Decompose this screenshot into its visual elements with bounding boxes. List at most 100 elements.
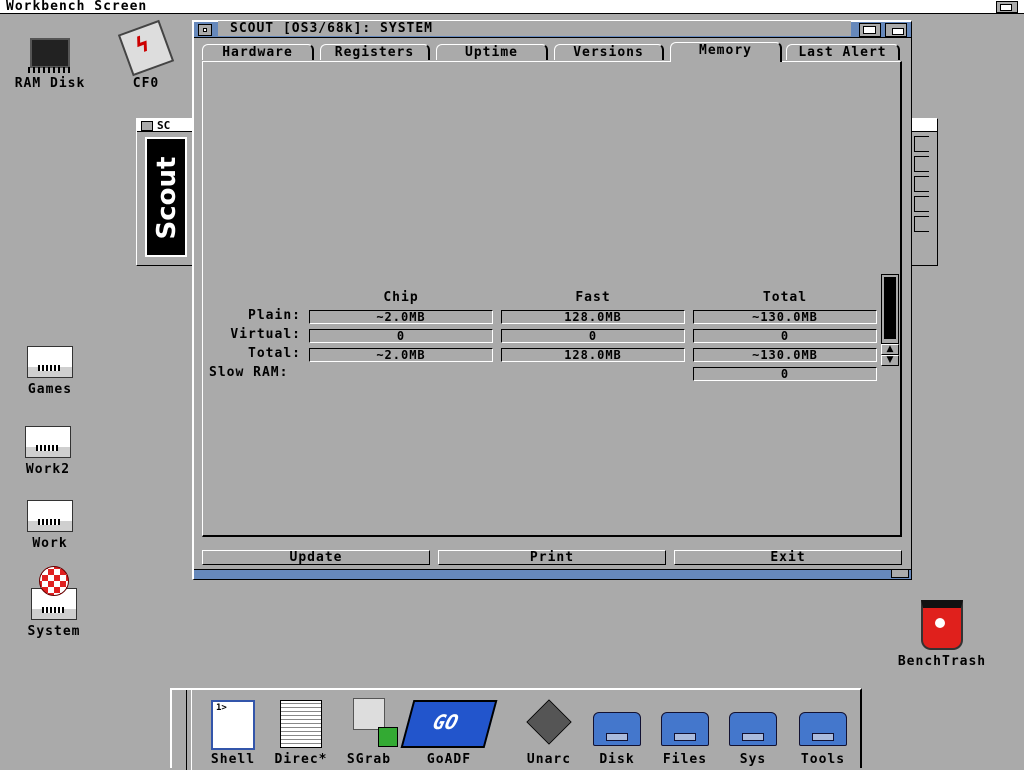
background-button[interactable] <box>914 176 929 192</box>
vertical-scrollbar[interactable] <box>881 274 899 344</box>
desktop-icon-label: RAM Disk <box>14 76 86 91</box>
tab-versions[interactable]: Versions <box>554 44 664 60</box>
desktop-icon-ram-disk[interactable]: RAM Disk <box>0 38 100 91</box>
memory-panel: Chip Fast Total Plain: ~2.0MB 128.0MB ~1… <box>202 61 902 537</box>
scroll-up-icon[interactable]: ▲ <box>881 344 899 355</box>
desktop-icon-games[interactable]: Games <box>0 346 100 397</box>
update-button[interactable]: Update <box>202 550 430 565</box>
desktop-icon-label: BenchTrash <box>897 654 987 669</box>
drawer-icon <box>661 712 709 746</box>
desktop-icon-label: Work2 <box>25 462 71 477</box>
row-label-plain: Plain: <box>248 308 301 323</box>
desktop-icon-work2[interactable]: Work2 <box>0 426 98 477</box>
zoom-icon[interactable] <box>859 23 881 37</box>
exit-button[interactable]: Exit <box>674 550 902 565</box>
close-icon[interactable] <box>198 24 212 36</box>
virtual-total-value: 0 <box>693 329 877 343</box>
dock-item-label: GoADF <box>426 752 472 767</box>
compactflash-icon <box>117 19 175 77</box>
app-dock: Shell Direc* SGrab GoADF Unarc Disk File… <box>170 688 862 770</box>
desktop-icon-label: Games <box>27 382 73 397</box>
background-button[interactable] <box>914 156 929 172</box>
archive-cube-icon <box>526 699 572 745</box>
dock-item-label: SGrab <box>346 752 392 767</box>
dock-item-label: Sys <box>739 752 767 767</box>
tab-memory[interactable]: Memory <box>670 42 782 62</box>
tab-hardware[interactable]: Hardware <box>202 44 314 60</box>
dock-item-label: Unarc <box>526 752 572 767</box>
dock-item-direc[interactable]: Direc* <box>268 696 334 767</box>
window-titlebar[interactable]: SCOUT [OS3/68k]: SYSTEM <box>194 21 911 38</box>
dock-item-label: Direc* <box>274 752 328 767</box>
desktop-icon-work[interactable]: Work <box>0 500 100 551</box>
column-header-chip: Chip <box>383 290 419 305</box>
virtual-fast-value: 0 <box>501 329 685 343</box>
scrollbar-knob[interactable] <box>884 277 896 339</box>
drawer-icon <box>593 712 641 746</box>
screen-depth-icon[interactable] <box>996 1 1018 13</box>
dock-item-sys[interactable]: Sys <box>720 696 786 767</box>
dock-item-sgrab[interactable]: SGrab <box>336 696 402 767</box>
dock-item-label: Tools <box>800 752 846 767</box>
drawer-icon <box>729 712 777 746</box>
ram-chip-icon <box>28 38 72 73</box>
background-window-title: SC <box>157 119 171 132</box>
tab-last-alert[interactable]: Last Alert <box>786 44 900 60</box>
plain-total-value: ~130.0MB <box>693 310 877 324</box>
desktop-icon-cf0[interactable]: CF0 <box>96 19 196 91</box>
print-button[interactable]: Print <box>438 550 666 565</box>
dock-item-label: Disk <box>599 752 635 767</box>
scout-logo-text: Scout <box>152 156 182 240</box>
virtual-chip-value: 0 <box>309 329 493 343</box>
screen-grabber-icon <box>353 698 398 747</box>
scroll-down-icon[interactable]: ▼ <box>881 355 899 366</box>
window-title: SCOUT [OS3/68k]: SYSTEM <box>218 21 851 36</box>
directory-opus-icon <box>280 700 322 748</box>
total-fast-value: 128.0MB <box>501 348 685 362</box>
background-window-titlebar-right <box>912 119 937 132</box>
total-total-value: ~130.0MB <box>693 348 877 362</box>
desktop-icon-benchtrash[interactable]: BenchTrash <box>892 600 992 669</box>
close-icon[interactable] <box>141 121 153 131</box>
goadf-icon <box>400 700 498 748</box>
dock-item-label: Shell <box>210 752 256 767</box>
hard-drive-icon <box>25 426 71 458</box>
trash-can-icon <box>921 600 963 650</box>
column-header-total: Total <box>762 290 808 305</box>
shell-icon <box>211 700 255 750</box>
dock-drag-handle[interactable] <box>186 690 192 770</box>
tab-bar: Hardware Registers Uptime Versions Memor… <box>202 42 903 62</box>
total-chip-value: ~2.0MB <box>309 348 493 362</box>
resize-icon[interactable] <box>891 569 909 578</box>
column-header-fast: Fast <box>575 290 611 305</box>
slow-ram-total-value: 0 <box>693 367 877 381</box>
screen-title: Workbench Screen <box>6 0 148 14</box>
scout-system-window[interactable]: SCOUT [OS3/68k]: SYSTEM Hardware Registe… <box>192 20 912 580</box>
drawer-icon <box>799 712 847 746</box>
desktop-icon-label: Work <box>32 536 68 551</box>
background-button[interactable] <box>914 136 929 152</box>
dock-item-files[interactable]: Files <box>652 696 718 767</box>
tab-registers[interactable]: Registers <box>320 44 430 60</box>
dock-item-label: Files <box>662 752 708 767</box>
dock-item-shell[interactable]: Shell <box>200 696 266 767</box>
dock-item-unarc[interactable]: Unarc <box>516 696 582 767</box>
scout-logo: Scout <box>145 137 187 257</box>
dock-item-goadf[interactable]: GoADF <box>400 696 498 767</box>
desktop-icon-system[interactable]: System <box>4 566 104 639</box>
plain-fast-value: 128.0MB <box>501 310 685 324</box>
window-bottom-border <box>194 569 911 579</box>
screen-title-bar[interactable]: Workbench Screen <box>0 0 1024 14</box>
background-scout-window[interactable]: SC Scout <box>136 118 194 266</box>
hard-drive-icon <box>27 500 73 532</box>
dock-item-disk[interactable]: Disk <box>584 696 650 767</box>
depth-icon[interactable] <box>885 23 907 37</box>
dock-item-tools[interactable]: Tools <box>790 696 856 767</box>
hard-drive-icon <box>27 346 73 378</box>
background-window-edge <box>912 118 938 266</box>
tab-uptime[interactable]: Uptime <box>436 44 548 60</box>
desktop-icon-label: System <box>27 624 81 639</box>
background-button[interactable] <box>914 216 929 232</box>
background-button[interactable] <box>914 196 929 212</box>
desktop-icon-label: CF0 <box>132 76 160 91</box>
